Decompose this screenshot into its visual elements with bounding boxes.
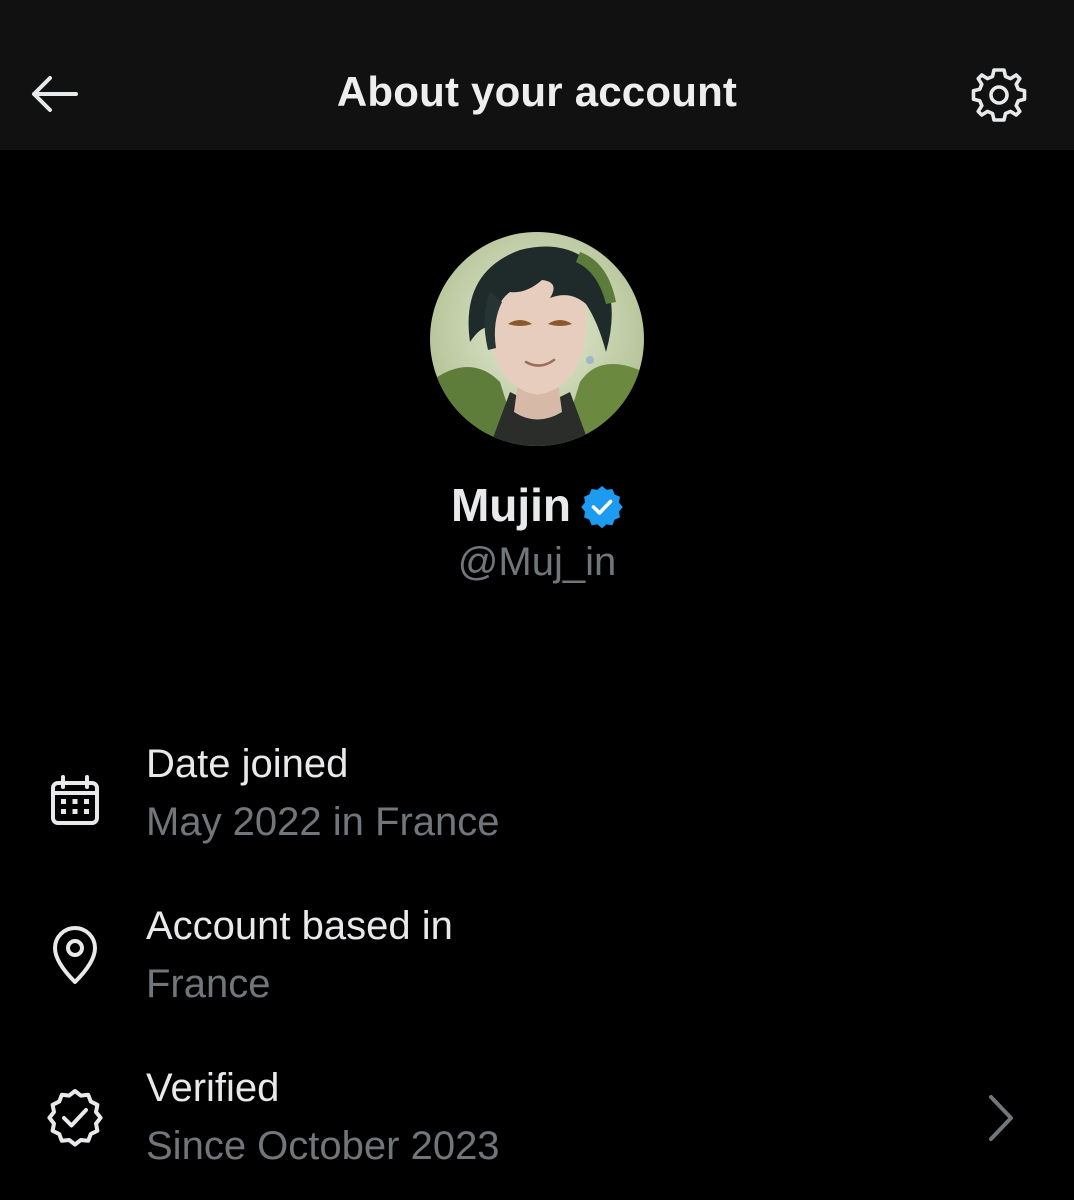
info-item-date-joined: Date joined May 2022 in France <box>0 740 1074 870</box>
info-label: Date joined <box>146 742 349 786</box>
verified-check-icon <box>44 1086 106 1148</box>
info-item-verified[interactable]: Verified Since October 2023 <box>0 1064 1074 1194</box>
info-value: Since October 2023 <box>146 1124 500 1168</box>
info-label: Verified <box>146 1066 280 1110</box>
top-app-bar: About your account <box>0 0 1074 150</box>
gear-icon <box>971 68 1027 122</box>
chevron-right-icon <box>980 1090 1020 1146</box>
calendar-icon <box>44 770 106 832</box>
display-name: Mujin <box>450 479 572 531</box>
about-account-screen: About your account Mujin @Muj_in Date jo… <box>0 0 1074 1200</box>
info-value: France <box>146 962 271 1006</box>
location-pin-icon <box>44 924 106 986</box>
profile-handle: @Muj_in <box>457 540 617 584</box>
info-item-account-based-in: Account based in France <box>0 902 1074 1032</box>
avatar[interactable] <box>430 232 644 446</box>
avatar-image <box>430 232 644 446</box>
info-label: Account based in <box>146 904 453 948</box>
info-value: May 2022 in France <box>146 800 500 844</box>
settings-button[interactable] <box>964 60 1034 130</box>
verified-badge-icon <box>581 486 623 528</box>
profile-name-row: Mujin <box>0 478 1074 532</box>
page-title: About your account <box>336 68 738 115</box>
